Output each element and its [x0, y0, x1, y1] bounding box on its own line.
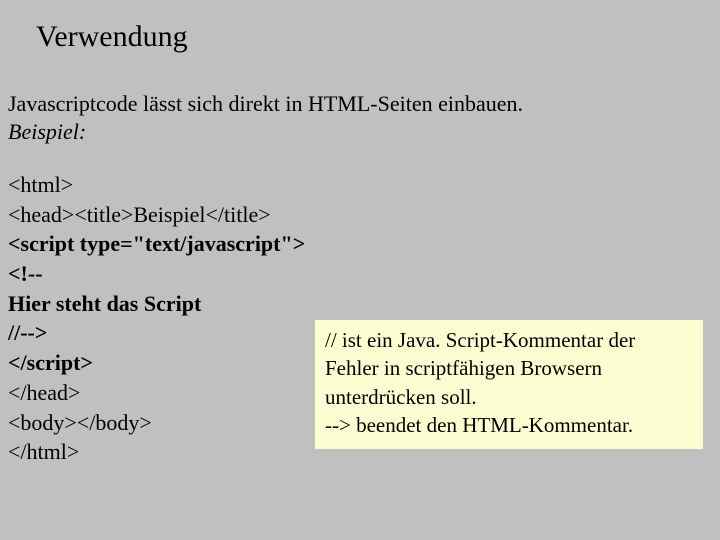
slide-title: Verwendung	[36, 20, 188, 54]
example-label: Beispiel:	[8, 118, 523, 146]
intro-line: Javascriptcode lässt sich direkt in HTML…	[8, 90, 523, 118]
code-line-script-open: <script type="text/javascript">	[8, 229, 305, 259]
code-line-script-body: Hier steht das Script	[8, 289, 305, 319]
note-rest: ist ein Java. Script-Kommentar der	[337, 328, 636, 352]
code-line: <head><title>Beispiel</title>	[8, 200, 305, 230]
code-line: </html>	[8, 437, 305, 467]
note-box: // ist ein Java. Script-Kommentar der Fe…	[315, 320, 703, 449]
code-line: <body></body>	[8, 408, 305, 438]
note-bold-slashes: //	[325, 328, 337, 352]
note-line: // ist ein Java. Script-Kommentar der	[325, 326, 693, 354]
code-line-script-close: </script>	[8, 348, 305, 378]
intro-text: Javascriptcode lässt sich direkt in HTML…	[8, 90, 523, 145]
note-line: Fehler in scriptfähigen Browsern	[325, 354, 693, 382]
code-line-comment-open: <!--	[8, 259, 305, 289]
code-line: </head>	[8, 378, 305, 408]
code-example: <html> <head><title>Beispiel</title> <sc…	[8, 170, 305, 467]
note-line: --> beendet den HTML-Kommentar.	[325, 411, 693, 439]
code-line: <html>	[8, 170, 305, 200]
code-line-comment-close: //-->	[8, 318, 305, 348]
note-line: unterdrücken soll.	[325, 383, 693, 411]
slide: Verwendung Javascriptcode lässt sich dir…	[0, 0, 720, 540]
